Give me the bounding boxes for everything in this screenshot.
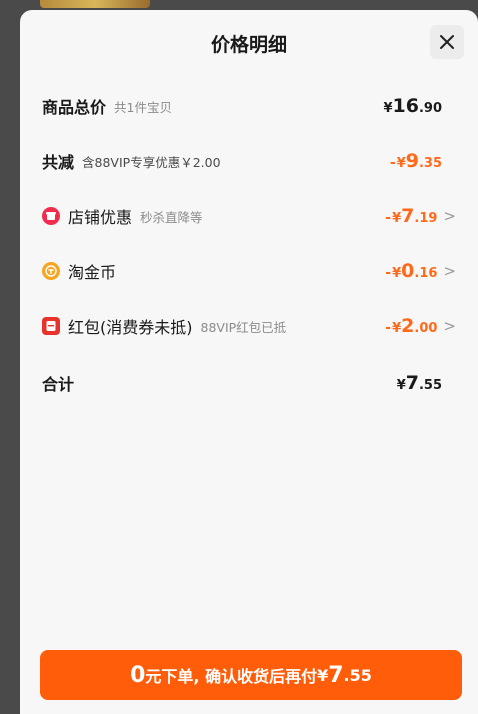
price-decimal: .55	[418, 378, 442, 393]
price-decimal: .00	[414, 321, 438, 336]
zero-amount: 0	[130, 662, 146, 688]
currency-symbol: ¥	[396, 378, 406, 393]
currency-symbol: ¥	[383, 101, 393, 116]
place-order-button[interactable]: 0 元下单, 确认收货后再付 ¥ 7 .55	[40, 650, 462, 700]
minus-sign: -	[385, 210, 392, 226]
red-packet-price: - ¥ 2 .00	[385, 315, 437, 337]
pay-later-decimal: .55	[343, 665, 372, 685]
currency-symbol: ¥	[392, 321, 402, 336]
price-decimal: .16	[414, 266, 438, 281]
chevron-right-icon: >	[443, 262, 456, 280]
red-packet-icon	[42, 317, 60, 335]
price-integer: 16	[392, 95, 419, 117]
close-button[interactable]	[430, 25, 464, 59]
reduction-row: 共减 含88VIP专享优惠￥2.00 - ¥ 9 .35	[20, 145, 478, 177]
item-count: 共1件宝贝	[114, 99, 172, 115]
red-packet-label: 红包(消费券未抵)	[68, 318, 193, 337]
subtotal-label: 商品总价	[42, 98, 107, 117]
store-discount-label: 店铺优惠	[68, 208, 133, 227]
price-decimal: .90	[418, 101, 442, 116]
store-discount-row[interactable]: 店铺优惠 秒杀直降等 - ¥ 7 .19 >	[20, 200, 478, 232]
red-packet-row[interactable]: 红包(消费券未抵) 88VIP红包已抵 - ¥ 2 .00 >	[20, 310, 478, 342]
price-integer: 7	[405, 372, 419, 394]
minus-sign: -	[389, 155, 396, 171]
coin-icon	[42, 262, 60, 280]
total-price: ¥ 7 .55	[397, 372, 442, 394]
price-decimal: .19	[414, 211, 438, 226]
subtotal-price: ¥ 16 .90	[383, 95, 442, 117]
chevron-right-icon: >	[443, 317, 456, 335]
minus-sign: -	[385, 320, 392, 336]
price-decimal: .35	[418, 156, 442, 171]
pay-later-integer: 7	[328, 662, 344, 688]
sheet-header: 价格明细	[20, 10, 478, 76]
price-detail-sheet: 价格明细 商品总价 共1件宝贝 ¥ 16 .90 共减 含88VIP专享优惠￥2…	[20, 10, 478, 714]
reduction-label: 共减	[42, 153, 75, 172]
background-product-image	[40, 0, 150, 8]
currency-symbol: ¥	[317, 665, 329, 685]
close-icon	[440, 35, 454, 49]
minus-sign: -	[385, 265, 392, 281]
red-packet-detail: 88VIP红包已抵	[200, 319, 287, 335]
currency-symbol: ¥	[392, 211, 402, 226]
reduction-price: - ¥ 9 .35	[390, 150, 442, 172]
price-integer: 2	[401, 315, 415, 337]
price-integer: 0	[401, 260, 415, 282]
price-integer: 9	[405, 150, 419, 172]
page-title: 价格明细	[210, 34, 287, 56]
taojinbi-label: 淘金币	[68, 263, 117, 282]
taojinbi-row[interactable]: 淘金币 - ¥ 0 .16 >	[20, 255, 478, 287]
place-order-text: 元下单, 确认收货后再付	[145, 667, 318, 686]
reduction-detail: 含88VIP专享优惠￥2.00	[82, 154, 221, 170]
currency-symbol: ¥	[396, 156, 406, 171]
store-discount-detail: 秒杀直降等	[140, 209, 203, 225]
currency-symbol: ¥	[392, 266, 402, 281]
taojinbi-price: - ¥ 0 .16	[385, 260, 437, 282]
chevron-right-icon: >	[443, 207, 456, 225]
price-integer: 7	[401, 205, 415, 227]
total-label: 合计	[42, 375, 75, 394]
store-icon	[42, 207, 60, 225]
total-row: 合计 ¥ 7 .55	[20, 367, 478, 399]
subtotal-row: 商品总价 共1件宝贝 ¥ 16 .90	[20, 90, 478, 122]
store-discount-price: - ¥ 7 .19	[385, 205, 437, 227]
